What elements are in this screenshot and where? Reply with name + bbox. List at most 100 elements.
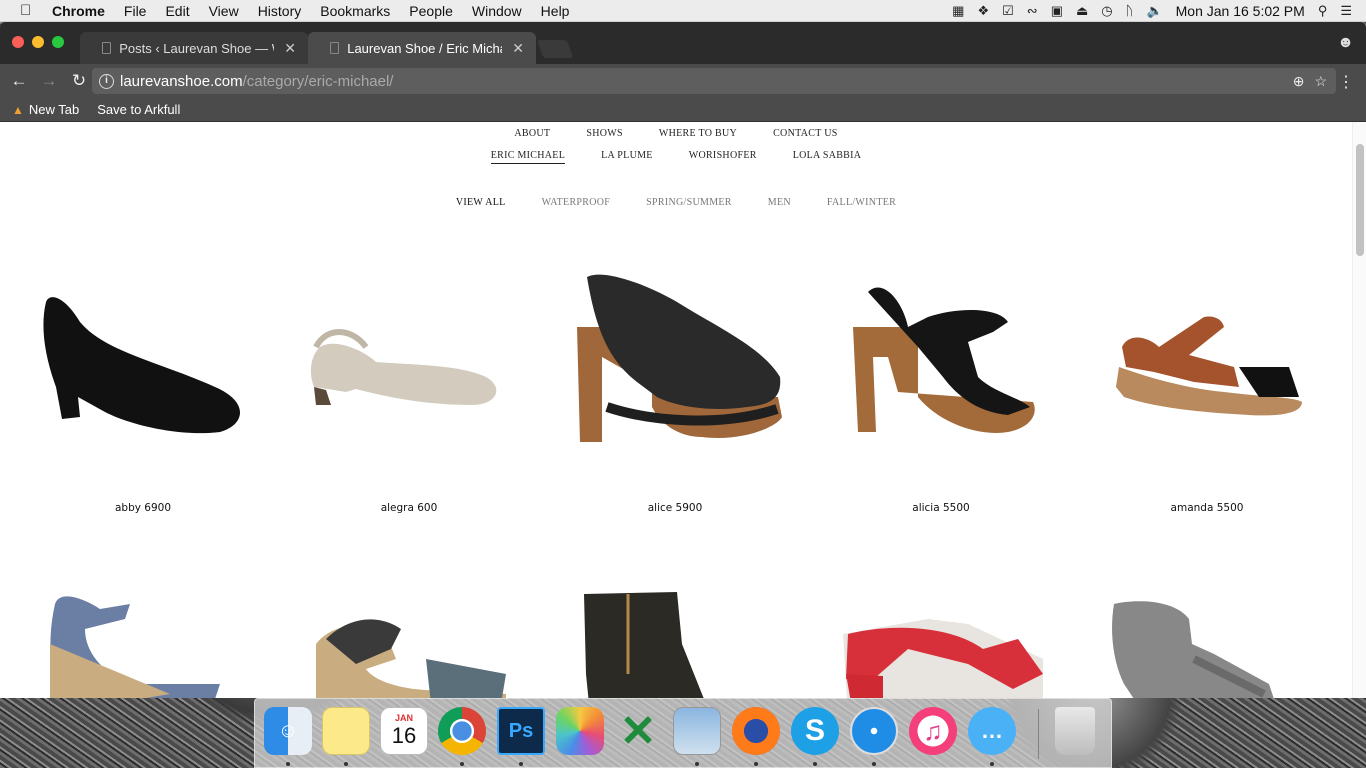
back-icon[interactable]: ←	[8, 71, 30, 91]
close-tab-icon[interactable]: ✕	[512, 40, 524, 57]
excel-icon[interactable]: ✕	[614, 707, 662, 756]
product-card[interactable]: amanda 5500	[1074, 247, 1340, 514]
minimize-window-button[interactable]	[32, 36, 44, 48]
product-name[interactable]: amanda 5500	[1074, 502, 1340, 514]
adobe-icon[interactable]: ▦	[952, 3, 964, 19]
menu-bar:  Chrome File Edit View History Bookmark…	[0, 0, 1366, 22]
filter-spring-summer[interactable]: SPRING/SUMMER	[646, 197, 732, 208]
menu-history[interactable]: History	[258, 3, 302, 19]
zoom-icon[interactable]: ⊕	[1293, 73, 1305, 90]
bookmark-new-tab[interactable]: ▲ New Tab	[12, 102, 79, 117]
product-card[interactable]: alegra 600	[276, 247, 542, 514]
brand-lola-sabbia[interactable]: LOLA SABBIA	[793, 150, 862, 164]
apple-icon[interactable]: 	[20, 2, 38, 19]
photoshop-icon[interactable]: Ps	[497, 707, 545, 755]
filter-men[interactable]: MEN	[768, 197, 791, 208]
wifi-icon[interactable]: ∾	[1027, 3, 1038, 19]
menu-bookmarks[interactable]: Bookmarks	[320, 3, 390, 19]
skype-icon[interactable]: S	[791, 707, 839, 755]
brand-nav: ERIC MICHAEL LA PLUME WORISHOFER LOLA SA…	[0, 150, 1352, 164]
filter-view-all[interactable]: VIEW ALL	[456, 197, 506, 208]
notification-center-icon[interactable]: ☰	[1340, 3, 1352, 19]
product-card[interactable]	[276, 564, 542, 698]
spotlight-search-icon[interactable]: ⚲	[1318, 3, 1328, 19]
chrome-menu-icon[interactable]: ⋮	[1338, 72, 1354, 92]
bookmark-save-to-arkfull[interactable]: Save to Arkfull	[0, 102, 180, 133]
preview-icon[interactable]	[673, 707, 721, 755]
menu-edit[interactable]: Edit	[165, 3, 189, 19]
profile-icon[interactable]: ☻	[1337, 34, 1354, 52]
running-indicator	[695, 762, 699, 766]
new-tab-button[interactable]	[536, 40, 574, 58]
nav-where-to-buy[interactable]: WHERE TO BUY	[659, 128, 737, 139]
filter-fall-winter[interactable]: FALL/WINTER	[827, 197, 896, 208]
tab-posts[interactable]: Posts ‹ Laurevan Shoe — Word ✕	[80, 32, 308, 64]
safari-icon[interactable]	[850, 707, 898, 755]
menu-file[interactable]: File	[124, 3, 147, 19]
product-image[interactable]	[276, 247, 542, 477]
page-scrollbar[interactable]	[1352, 122, 1366, 698]
photos-icon[interactable]	[556, 707, 604, 755]
menu-view[interactable]: View	[209, 3, 239, 19]
trash-icon[interactable]	[1055, 707, 1095, 755]
product-name[interactable]: alegra 600	[276, 502, 542, 514]
tab-eric-michael[interactable]: Laurevan Shoe / Eric Michael ✕	[308, 32, 536, 64]
url-path: /category/eric-michael/	[242, 72, 394, 90]
product-card[interactable]	[542, 564, 808, 698]
finder-icon[interactable]: ☺	[264, 707, 312, 755]
clock[interactable]: Mon Jan 16 5:02 PM	[1176, 3, 1305, 19]
product-image[interactable]	[542, 247, 808, 477]
chrome-icon[interactable]	[438, 707, 486, 755]
eject-icon[interactable]: ⏏	[1076, 3, 1088, 19]
product-card[interactable]	[10, 564, 276, 698]
product-image[interactable]	[276, 564, 542, 698]
zoom-window-button[interactable]	[52, 36, 64, 48]
itunes-icon[interactable]: ♫	[909, 707, 957, 755]
scrollbar-thumb[interactable]	[1356, 144, 1364, 256]
forward-icon[interactable]: →	[38, 71, 60, 91]
product-card[interactable]: abby 6900	[10, 247, 276, 514]
product-card[interactable]: alicia 5500	[808, 247, 1074, 514]
nav-shows[interactable]: SHOWS	[586, 128, 623, 139]
bookmark-star-icon[interactable]: ☆	[1314, 73, 1327, 90]
menu-app-name[interactable]: Chrome	[52, 3, 105, 19]
menu-window[interactable]: Window	[472, 3, 522, 19]
product-image[interactable]	[808, 247, 1074, 477]
product-image[interactable]	[542, 564, 808, 698]
lock-icon[interactable]: ▣	[1051, 3, 1063, 19]
messages-icon[interactable]: …	[968, 707, 1016, 755]
filter-waterproof[interactable]: WATERPROOF	[542, 197, 611, 208]
product-image[interactable]	[1074, 247, 1340, 477]
bluetooth-icon[interactable]: ᚢ	[1126, 3, 1134, 18]
close-tab-icon[interactable]: ✕	[284, 40, 296, 57]
brand-la-plume[interactable]: LA PLUME	[601, 150, 653, 164]
nav-about[interactable]: ABOUT	[514, 128, 550, 139]
time-machine-icon[interactable]: ◷	[1101, 3, 1112, 19]
product-name[interactable]: alice 5900	[542, 502, 808, 514]
firefox-icon[interactable]	[732, 707, 780, 755]
brand-eric-michael[interactable]: ERIC MICHAEL	[490, 150, 566, 164]
product-image[interactable]	[10, 247, 276, 477]
product-name[interactable]: alicia 5500	[808, 502, 1074, 514]
calendar-icon[interactable]: JAN 16	[380, 707, 428, 755]
address-bar[interactable]: i laurevanshoe.com/category/eric-michael…	[92, 68, 1336, 94]
task-check-icon[interactable]: ☑	[1002, 3, 1014, 19]
product-card[interactable]	[1074, 564, 1340, 698]
product-name[interactable]: abby 6900	[10, 502, 276, 514]
product-image[interactable]	[10, 564, 276, 698]
running-indicator	[813, 762, 817, 766]
product-card[interactable]	[808, 564, 1074, 698]
menu-people[interactable]: People	[409, 3, 453, 19]
product-image[interactable]	[808, 564, 1074, 698]
notes-icon[interactable]	[322, 707, 370, 755]
menu-help[interactable]: Help	[541, 3, 570, 19]
product-image[interactable]	[1074, 564, 1340, 698]
site-info-icon[interactable]: i	[99, 73, 114, 89]
close-window-button[interactable]	[12, 36, 24, 48]
product-card[interactable]: alice 5900	[542, 247, 808, 514]
volume-icon[interactable]: 🔈	[1146, 3, 1162, 19]
dropbox-icon[interactable]: ❖	[977, 3, 989, 19]
nav-contact-us[interactable]: CONTACT US	[773, 128, 838, 139]
brand-worishofer[interactable]: WORISHOFER	[689, 150, 757, 164]
reload-icon[interactable]: ↻	[68, 71, 90, 91]
